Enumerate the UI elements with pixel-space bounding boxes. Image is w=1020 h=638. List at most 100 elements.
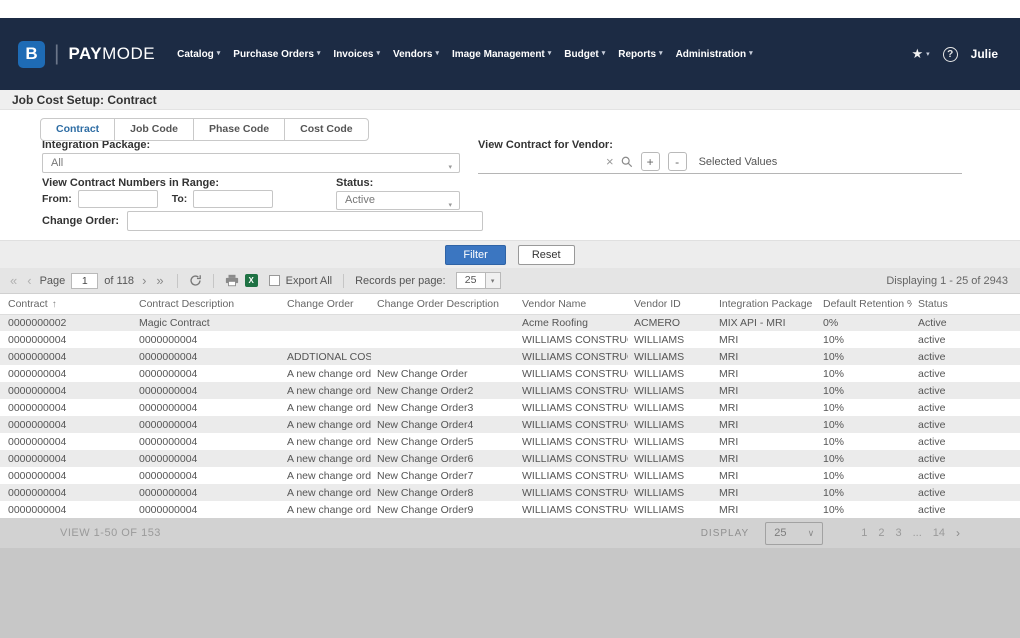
tab-contract[interactable]: Contract <box>40 118 115 141</box>
search-icon[interactable] <box>621 156 633 168</box>
toolbar-divider <box>213 274 214 288</box>
favorites-button[interactable]: ★▾ <box>911 46 929 62</box>
table-row[interactable]: 00000000040000000004WILLIAMS CONSTRUCTIO… <box>0 331 1020 348</box>
table-row[interactable]: 00000000040000000004A new change order3N… <box>0 399 1020 416</box>
export-excel-icon[interactable]: X <box>245 274 258 287</box>
table-cell: 0000000004 <box>133 433 281 450</box>
footer-next-page-icon[interactable]: › <box>956 526 960 540</box>
column-header-change-order[interactable]: Change Order <box>281 294 371 314</box>
table-cell: A new change order6 <box>281 450 371 467</box>
first-page-button[interactable]: « <box>8 274 19 287</box>
sort-asc-icon: ↑ <box>52 299 57 310</box>
next-page-button[interactable]: › <box>140 274 148 287</box>
table-cell: A new change order7 <box>281 467 371 484</box>
page-title: Job Cost Setup: Contract <box>0 90 1020 110</box>
table-cell: 10% <box>817 450 912 467</box>
footer-page-2[interactable]: 2 <box>878 527 884 539</box>
column-header-contract[interactable]: Contract↑ <box>0 294 133 314</box>
integration-package-select[interactable]: All ▾ <box>42 153 460 173</box>
table-row[interactable]: 00000000040000000004A new change orderNe… <box>0 365 1020 382</box>
nav-item-invoices[interactable]: Invoices▾ <box>333 49 380 60</box>
table-cell: ADDTIONAL COST <box>281 348 371 365</box>
table-body: 0000000002Magic ContractAcme RoofingACME… <box>0 314 1020 518</box>
table-row[interactable]: 00000000040000000004ADDTIONAL COSTWILLIA… <box>0 348 1020 365</box>
display-count-value: 25 <box>774 527 786 539</box>
print-icon[interactable] <box>225 274 239 287</box>
footer-page-3[interactable]: 3 <box>895 527 901 539</box>
column-header-vendor-name[interactable]: Vendor Name <box>516 294 628 314</box>
filter-button[interactable]: Filter <box>445 245 505 265</box>
page-number-input[interactable] <box>71 273 98 289</box>
footer-page-1[interactable]: 1 <box>861 527 867 539</box>
refresh-icon[interactable] <box>189 274 202 287</box>
column-header-status[interactable]: Status <box>912 294 1020 314</box>
records-per-page-select[interactable]: 25 ▾ <box>456 272 501 289</box>
change-order-input[interactable] <box>127 211 483 231</box>
status-value: Active <box>345 194 375 206</box>
chevron-down-icon: ▾ <box>317 50 321 57</box>
add-vendor-button[interactable]: + <box>641 152 660 171</box>
table-cell: 0000000004 <box>0 501 133 518</box>
page-total-label: of 118 <box>104 275 134 287</box>
table-cell: 0000000004 <box>133 365 281 382</box>
column-header-vendor-id[interactable]: Vendor ID <box>628 294 713 314</box>
table-row[interactable]: 00000000040000000004A new change order6N… <box>0 450 1020 467</box>
nav-item-reports[interactable]: Reports▾ <box>618 49 662 60</box>
status-select[interactable]: Active ▾ <box>336 191 460 210</box>
display-count-select[interactable]: 25 ∨ <box>765 522 823 545</box>
table-cell: MRI <box>713 416 817 433</box>
nav-item-image-management[interactable]: Image Management▾ <box>452 49 551 60</box>
brand-name-bold: PAY <box>68 44 102 63</box>
table-row[interactable]: 00000000040000000004A new change order5N… <box>0 433 1020 450</box>
table-row[interactable]: 0000000002Magic ContractAcme RoofingACME… <box>0 314 1020 331</box>
table-cell: 0000000004 <box>0 399 133 416</box>
last-page-button[interactable]: » <box>154 274 165 287</box>
table-cell: MRI <box>713 433 817 450</box>
tab-job-code[interactable]: Job Code <box>114 118 194 141</box>
table-row[interactable]: 00000000040000000004A new change order4N… <box>0 416 1020 433</box>
user-menu[interactable]: Julie <box>971 47 998 61</box>
table-cell: WILLIAMS CONSTRUCTION <box>516 331 628 348</box>
nav-item-vendors[interactable]: Vendors▾ <box>393 49 439 60</box>
nav-item-administration[interactable]: Administration▾ <box>676 49 753 60</box>
nav-item-catalog[interactable]: Catalog▾ <box>177 49 220 60</box>
table-row[interactable]: 00000000040000000004A new change order8N… <box>0 484 1020 501</box>
help-icon[interactable]: ? <box>943 47 958 62</box>
export-all-checkbox[interactable] <box>269 275 280 286</box>
table-row[interactable]: 00000000040000000004A new change order7N… <box>0 467 1020 484</box>
reset-button[interactable]: Reset <box>518 245 575 265</box>
table-cell: WILLIAMS CONSTRUCTION <box>516 348 628 365</box>
clear-icon[interactable]: × <box>606 155 614 168</box>
table-cell: MRI <box>713 331 817 348</box>
table-cell: 0000000004 <box>133 399 281 416</box>
range-from-input[interactable] <box>78 190 158 208</box>
table-row[interactable]: 00000000040000000004A new change order9N… <box>0 501 1020 518</box>
prev-page-button[interactable]: ‹ <box>25 274 33 287</box>
footer-page-14[interactable]: 14 <box>933 527 945 539</box>
display-label: DISPLAY <box>701 528 750 539</box>
nav-item-purchase-orders[interactable]: Purchase Orders▾ <box>233 49 320 60</box>
table-cell: active <box>912 467 1020 484</box>
to-label: To: <box>172 193 188 205</box>
tab-phase-code[interactable]: Phase Code <box>193 118 285 141</box>
column-header-contract-description[interactable]: Contract Description <box>133 294 281 314</box>
vendor-search-input[interactable] <box>478 153 604 171</box>
column-header-integration-package[interactable]: Integration Package <box>713 294 817 314</box>
table-row[interactable]: 00000000040000000004A new change order2N… <box>0 382 1020 399</box>
table-cell: WILLIAMS CONSTRUCTION <box>516 416 628 433</box>
table-cell: 10% <box>817 484 912 501</box>
remove-vendor-button[interactable]: - <box>668 152 687 171</box>
column-header-default-retention[interactable]: Default Retention % <box>817 294 912 314</box>
range-to-input[interactable] <box>193 190 273 208</box>
table-cell: WILLIAMS CONSTRUCTION <box>516 365 628 382</box>
column-header-change-order-description[interactable]: Change Order Description <box>371 294 516 314</box>
table-cell: New Change Order2 <box>371 382 516 399</box>
tab-cost-code[interactable]: Cost Code <box>284 118 369 141</box>
nav-item-budget[interactable]: Budget▾ <box>564 49 605 60</box>
table-cell: A new change order8 <box>281 484 371 501</box>
displaying-summary: Displaying 1 - 25 of 2943 <box>886 275 1012 287</box>
table-cell: active <box>912 348 1020 365</box>
from-label: From: <box>42 193 72 205</box>
table-cell: 10% <box>817 416 912 433</box>
action-band: Filter Reset <box>0 240 1020 268</box>
